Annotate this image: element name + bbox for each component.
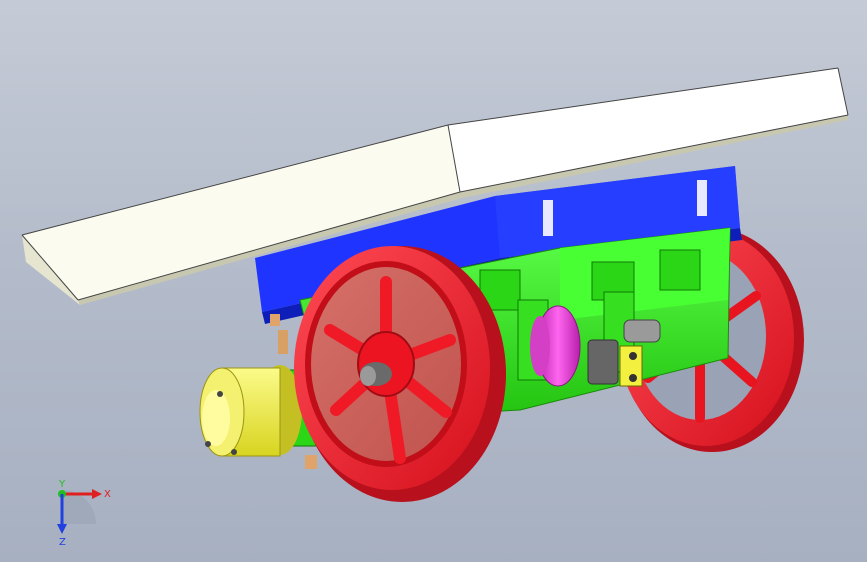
coordinate-triad: X Y Z [57,479,111,548]
eccentric[interactable] [530,305,581,387]
front-flywheel[interactable] [294,246,506,502]
steam-engine-model[interactable] [0,0,867,562]
z-axis-label: Z [59,537,66,548]
y-axis-label: Y [58,479,66,490]
x-axis-label: X [104,489,111,500]
3d-viewport[interactable]: X Y Z [0,0,867,562]
cylinder[interactable] [199,365,302,457]
